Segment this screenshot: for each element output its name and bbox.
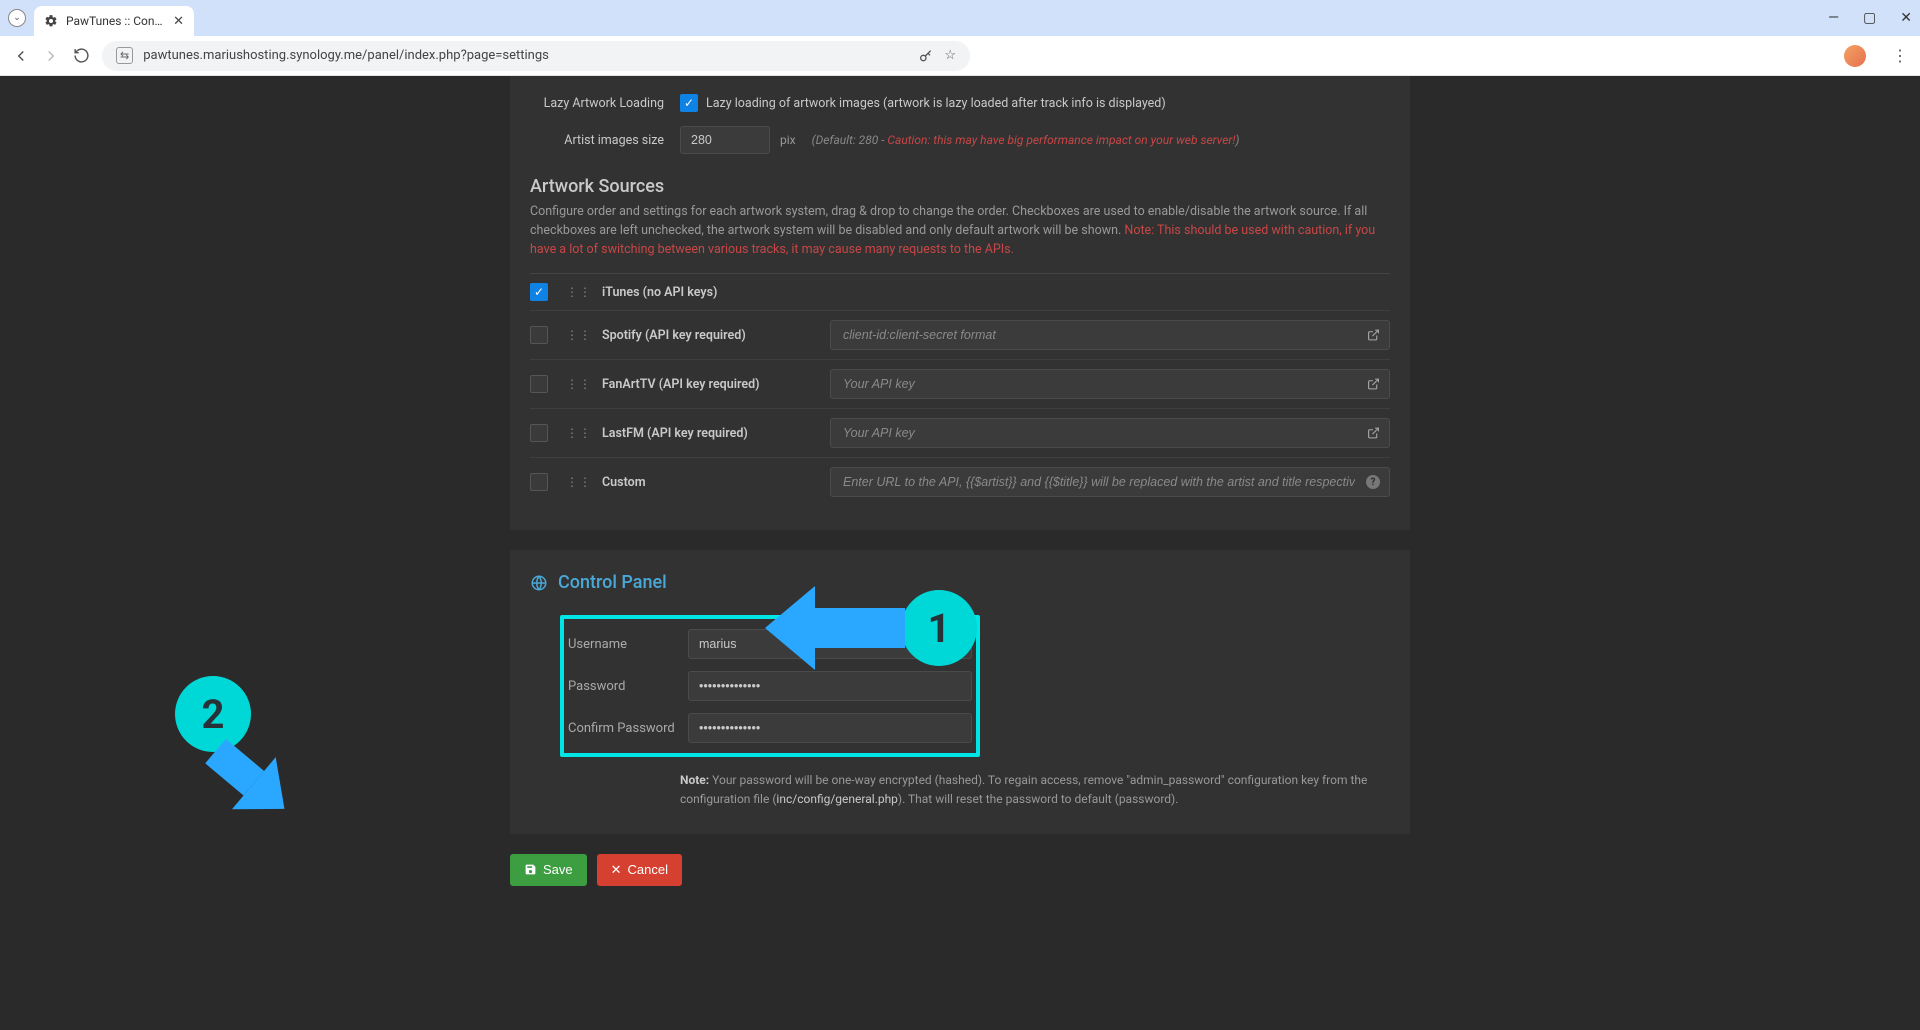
address-bar[interactable]: ⇆ pawtunes.mariushosting.synology.me/pan… [102,41,970,71]
pixel-suffix: pix [780,133,796,147]
source-checkbox[interactable]: ✓ [530,283,548,301]
lazy-loading-desc: Lazy loading of artwork images (artwork … [706,96,1166,111]
source-checkbox[interactable] [530,473,548,491]
drag-handle-icon[interactable]: ⋮⋮ [566,475,592,489]
avatar[interactable] [1844,45,1866,67]
source-row-custom[interactable]: ⋮⋮ Custom ? [530,458,1390,506]
kebab-menu-icon[interactable]: ⋮ [1892,46,1908,65]
back-icon[interactable] [12,47,30,65]
source-checkbox[interactable] [530,424,548,442]
callout-2: 2 [175,676,295,814]
external-link-icon[interactable] [1367,378,1380,391]
source-name: iTunes (no API keys) [602,285,717,300]
external-link-icon[interactable] [1367,329,1380,342]
spotify-api-input[interactable] [830,320,1390,350]
artist-image-size-input[interactable] [680,126,770,154]
external-link-icon[interactable] [1367,427,1380,440]
callout-1-number: 1 [901,590,977,666]
source-name: Custom [602,475,646,490]
site-settings-icon[interactable]: ⇆ [116,47,133,64]
source-row-lastfm[interactable]: ⋮⋮ LastFM (API key required) [530,409,1390,458]
source-name: FanArtTV (API key required) [602,377,759,392]
url-text: pawtunes.mariushosting.synology.me/panel… [143,48,908,63]
save-button-label: Save [543,862,573,877]
callout-1: 1 [765,586,977,670]
drag-handle-icon[interactable]: ⋮⋮ [566,426,592,440]
tab-title: PawTunes :: Control P [66,14,165,28]
forward-icon[interactable] [42,47,60,65]
save-icon [524,863,537,876]
cancel-icon: ✕ [611,862,622,878]
fanarttv-api-input[interactable] [830,369,1390,399]
drag-handle-icon[interactable]: ⋮⋮ [566,328,592,342]
help-icon[interactable]: ? [1366,475,1380,489]
lazy-loading-label: Lazy Artwork Loading [530,96,680,111]
password-input[interactable] [688,671,972,701]
source-name: Spotify (API key required) [602,328,746,343]
cancel-button-label: Cancel [628,862,668,877]
artwork-sources-title: Artwork Sources [530,176,1390,197]
save-button[interactable]: Save [510,854,587,886]
star-icon[interactable]: ☆ [944,48,956,63]
window-maximize-icon[interactable]: ▢ [1863,10,1876,26]
drag-handle-icon[interactable]: ⋮⋮ [566,377,592,391]
custom-api-input[interactable] [830,467,1390,497]
source-name: LastFM (API key required) [602,426,748,441]
key-icon[interactable] [918,48,934,64]
source-checkbox[interactable] [530,326,548,344]
source-checkbox[interactable] [530,375,548,393]
username-label: Username [568,637,688,652]
source-row-fanarttv[interactable]: ⋮⋮ FanArtTV (API key required) [530,360,1390,409]
drag-handle-icon[interactable]: ⋮⋮ [566,285,592,299]
confirm-password-input[interactable] [688,713,972,743]
source-row-itunes[interactable]: ✓ ⋮⋮ iTunes (no API keys) [530,274,1390,311]
tab-dropdown-icon[interactable]: ⌄ [8,9,26,27]
artwork-sources-desc: Configure order and settings for each ar… [530,203,1390,259]
password-note: Note: Your password will be one-way encr… [680,771,1390,809]
artist-image-size-hint: (Default: 280 - Caution: this may have b… [812,133,1240,147]
window-minimize-icon[interactable]: — [1828,10,1839,26]
close-icon[interactable]: ✕ [173,14,184,29]
lastfm-api-input[interactable] [830,418,1390,448]
lazy-loading-checkbox[interactable]: ✓ [680,94,698,112]
confirm-password-label: Confirm Password [568,721,688,736]
window-close-icon[interactable]: ✕ [1900,10,1912,26]
password-label: Password [568,679,688,694]
globe-icon [530,574,548,592]
reload-icon[interactable] [72,47,90,65]
cancel-button[interactable]: ✕ Cancel [597,854,682,886]
source-row-spotify[interactable]: ⋮⋮ Spotify (API key required) [530,311,1390,360]
browser-tab[interactable]: PawTunes :: Control P ✕ [34,6,194,36]
control-panel-title: Control Panel [558,572,667,593]
artist-image-size-label: Artist images size [530,133,680,148]
gear-icon [44,14,58,28]
